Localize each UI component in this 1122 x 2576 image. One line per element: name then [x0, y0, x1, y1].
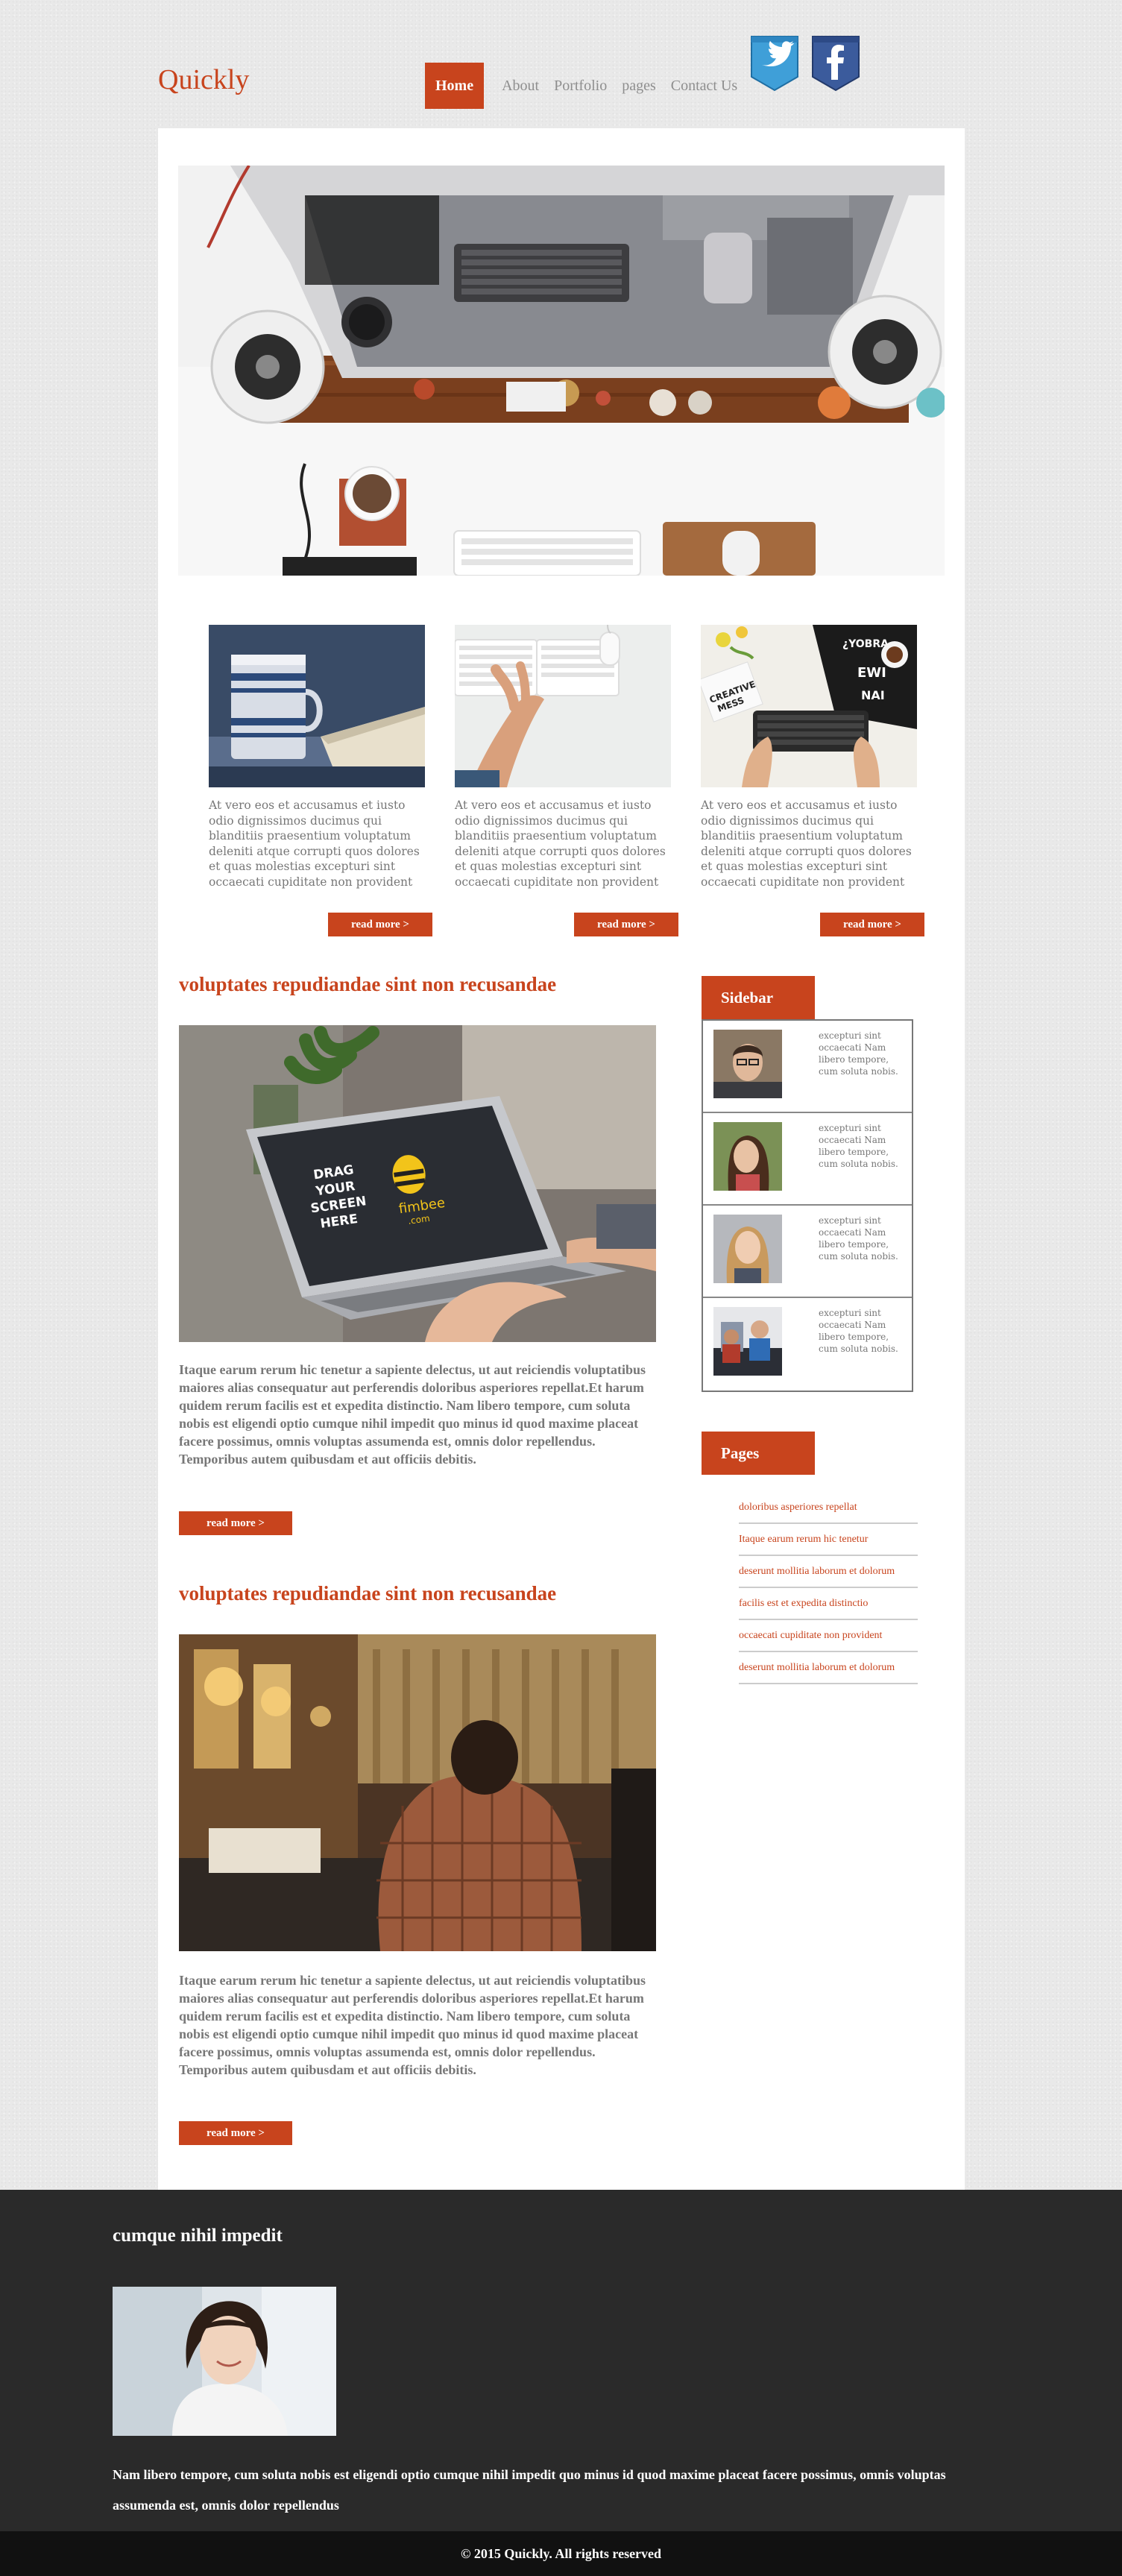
- feature-card: ¿YOBRA EWI NAI CREATIVE MESS At vero eos…: [698, 625, 924, 936]
- nav-pages[interactable]: pages: [622, 78, 656, 95]
- svg-text:EWI: EWI: [857, 665, 886, 681]
- feature-card: At vero eos et accusamus et iusto odio d…: [209, 625, 432, 936]
- svg-text:NAI: NAI: [861, 688, 885, 702]
- card-text: At vero eos et accusamus et iusto odio d…: [209, 799, 420, 889]
- avatar: [713, 1030, 782, 1098]
- pages-link[interactable]: facilis est et expedita distinctio: [739, 1588, 918, 1620]
- pages-link[interactable]: deserunt mollitia laborum et dolorum: [739, 1556, 918, 1588]
- footer: cumque nihil impedit Nam libero tempore,…: [0, 2190, 1122, 2531]
- feature-card: At vero eos et accusamus et iusto odio d…: [454, 624, 678, 936]
- avatar: [713, 1122, 782, 1191]
- nav-portfolio[interactable]: Portfolio: [554, 78, 607, 95]
- read-more-button[interactable]: read more >: [820, 913, 924, 936]
- sidebar-heading: Sidebar: [702, 976, 815, 1019]
- card-image-mug-book: [209, 625, 425, 787]
- pages-link[interactable]: doloribus asperiores repellat: [739, 1492, 918, 1524]
- avatar: [713, 1215, 782, 1283]
- sidebar-item[interactable]: excepturi sint occaecati Nam libero temp…: [703, 1021, 912, 1113]
- sidebar-item-text: excepturi sint occaecati Nam libero temp…: [819, 1030, 898, 1077]
- pages-link[interactable]: Itaque earum rerum hic tenetur: [739, 1524, 918, 1556]
- logo[interactable]: Quickly: [158, 63, 249, 96]
- main-container: At vero eos et accusamus et iusto odio d…: [158, 128, 965, 2190]
- nav-home[interactable]: Home: [425, 63, 485, 109]
- sidebar-item[interactable]: excepturi sint occaecati Nam libero temp…: [703, 1298, 912, 1391]
- post-title[interactable]: voluptates repudiandae sint non recusand…: [179, 973, 556, 996]
- nav-about[interactable]: About: [502, 78, 539, 95]
- post-text: Itaque earum rerum hic tenetur a sapient…: [179, 1362, 646, 1467]
- hero-image: [178, 166, 945, 576]
- read-more-button[interactable]: read more >: [574, 913, 678, 936]
- post-image-laptop: DRAG YOUR SCREEN HERE fimbee .com: [179, 1025, 656, 1342]
- twitter-icon[interactable]: [748, 34, 801, 93]
- post-image-restaurant: [179, 1634, 656, 1951]
- main-nav: Home About Portfolio pages Contact Us: [425, 63, 752, 109]
- pages-link[interactable]: deserunt mollitia laborum et dolorum: [739, 1652, 918, 1684]
- card-image-hand-keyboard: [454, 624, 671, 787]
- card-text: At vero eos et accusamus et iusto odio d…: [701, 799, 912, 889]
- nav-contact[interactable]: Contact Us: [671, 78, 737, 95]
- footer-title: cumque nihil impedit: [113, 2226, 283, 2246]
- sidebar-item[interactable]: excepturi sint occaecati Nam libero temp…: [703, 1206, 912, 1298]
- pages-heading: Pages: [702, 1432, 815, 1475]
- read-more-button[interactable]: read more >: [179, 2121, 292, 2145]
- svg-text:¿YOBRA: ¿YOBRA: [842, 638, 889, 650]
- sidebar-box: excepturi sint occaecati Nam libero temp…: [702, 1019, 913, 1392]
- sidebar-item-text: excepturi sint occaecati Nam libero temp…: [819, 1215, 898, 1262]
- footer-image-woman: [113, 2287, 336, 2436]
- card-image-desk-magazine: ¿YOBRA EWI NAI CREATIVE MESS: [698, 625, 917, 787]
- facebook-icon[interactable]: [810, 34, 862, 93]
- copyright: © 2015 Quickly. All rights reserved: [0, 2531, 1122, 2576]
- sidebar-item-text: excepturi sint occaecati Nam libero temp…: [819, 1308, 898, 1354]
- card-text: At vero eos et accusamus et iusto odio d…: [455, 799, 666, 889]
- sidebar-item[interactable]: excepturi sint occaecati Nam libero temp…: [703, 1113, 912, 1206]
- read-more-button[interactable]: read more >: [328, 913, 432, 936]
- post-text: Itaque earum rerum hic tenetur a sapient…: [179, 1973, 646, 2077]
- post-title[interactable]: voluptates repudiandae sint non recusand…: [179, 1582, 556, 1605]
- read-more-button[interactable]: read more >: [179, 1511, 292, 1535]
- pages-list: doloribus asperiores repellat Itaque ear…: [739, 1492, 918, 1684]
- avatar: [713, 1307, 782, 1376]
- pages-link[interactable]: occaecati cupiditate non provident: [739, 1620, 918, 1652]
- footer-text: Nam libero tempore, cum soluta nobis est…: [113, 2467, 946, 2513]
- sidebar-item-text: excepturi sint occaecati Nam libero temp…: [819, 1123, 898, 1169]
